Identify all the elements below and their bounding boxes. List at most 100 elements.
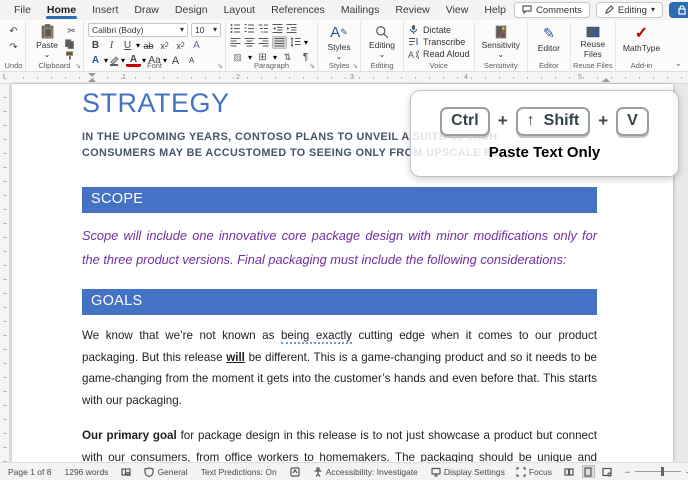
plus-sign: + (497, 111, 508, 130)
accessibility-status[interactable]: Accessibility: Investigate (313, 467, 418, 477)
comments-button[interactable]: Comments (513, 2, 590, 18)
superscript-button[interactable]: x2 (173, 39, 188, 52)
key-v: V (616, 106, 649, 136)
strikethrough-button[interactable]: ab (141, 39, 156, 52)
read-aloud-button[interactable]: A Read Aloud (408, 49, 470, 60)
format-painter-icon[interactable] (64, 50, 75, 60)
align-center-icon[interactable] (244, 37, 255, 48)
font-dialog-launcher[interactable]: ⇘ (217, 62, 223, 70)
align-left-icon[interactable] (230, 37, 241, 48)
tab-view[interactable]: View (438, 2, 477, 19)
focus-button[interactable]: Focus (516, 467, 552, 477)
editor-status-button[interactable] (290, 466, 300, 477)
transcribe-button[interactable]: Transcribe (408, 36, 470, 47)
underline-button[interactable]: U (120, 39, 135, 52)
horizontal-ruler[interactable]: 1 2 3 4 5 (10, 72, 688, 84)
zoom-slider-track[interactable] (634, 467, 681, 476)
italic-button[interactable]: I (104, 39, 119, 52)
paragraph-dialog-launcher[interactable]: ⇘ (309, 62, 315, 70)
paste-button[interactable]: Paste ⌄ (30, 23, 64, 60)
tab-review[interactable]: Review (387, 2, 437, 19)
multilevel-list-icon[interactable] (258, 23, 269, 34)
print-layout-icon (584, 466, 593, 477)
word-count[interactable]: 1296 words (64, 467, 108, 477)
font-name-combo[interactable]: Calibri (Body) ▾ (88, 23, 188, 37)
undo-button[interactable]: ↶ (6, 25, 21, 38)
font-size-combo[interactable]: 10 ▾ (191, 23, 221, 37)
focus-label: Focus (528, 466, 552, 477)
bold-button[interactable]: B (88, 39, 103, 52)
bullets-icon[interactable] (230, 23, 241, 34)
subscript-button[interactable]: x2 (157, 39, 172, 52)
reuse-files-label: Reuse Files (580, 39, 606, 59)
tab-references[interactable]: References (263, 2, 333, 19)
tab-file[interactable]: File (6, 2, 39, 19)
reuse-files-icon (586, 24, 600, 39)
tab-help[interactable]: Help (476, 2, 514, 19)
tab-design[interactable]: Design (167, 2, 216, 19)
shield-icon (144, 466, 155, 477)
styles-label: Styles (327, 42, 351, 52)
editor-button[interactable]: ✎ Editor (532, 23, 566, 60)
tab-insert[interactable]: Insert (84, 2, 126, 19)
read-mode-button[interactable] (563, 465, 576, 478)
read-aloud-icon: A (408, 50, 420, 60)
shift-label: Shift (543, 111, 580, 129)
read-aloud-label: Read Aloud (423, 49, 470, 60)
web-layout-button[interactable] (601, 465, 614, 478)
align-right-icon[interactable] (258, 37, 269, 48)
transcribe-label: Transcribe (423, 36, 466, 47)
share-button[interactable]: Share ▾ (668, 2, 688, 18)
transcribe-icon (409, 38, 418, 46)
right-indent-marker[interactable] (602, 78, 610, 82)
line-spacing-icon[interactable] (290, 37, 301, 48)
print-layout-button[interactable] (581, 465, 595, 478)
tab-mailings[interactable]: Mailings (333, 2, 388, 19)
zoom-out-button[interactable]: − (625, 467, 630, 477)
page-indicator[interactable]: Page 1 of 8 (8, 467, 51, 477)
mathtype-button[interactable]: ✓ MathType (620, 23, 663, 60)
sensitivity-status[interactable]: General (144, 466, 188, 477)
copy-icon[interactable] (64, 39, 75, 49)
group-undo: ↶ ↷ Undo (2, 22, 26, 71)
vertical-ruler[interactable] (0, 84, 10, 462)
justify-button[interactable] (272, 36, 287, 49)
cut-button[interactable]: ✂ (64, 26, 79, 37)
editor-pen-icon: ✎ (542, 24, 555, 41)
collapse-ribbon-chevron[interactable]: ⌄ (674, 58, 682, 69)
display-settings-button[interactable]: Display Settings (431, 467, 505, 477)
group-clipboard: Paste ⌄ ✂ Clipboard ⇘ (26, 22, 84, 71)
mathtype-check-icon: ✓ (634, 25, 649, 42)
text-predictions-status[interactable]: Text Predictions: On (201, 467, 277, 477)
pencil-icon (604, 5, 614, 14)
numbering-icon[interactable] (244, 23, 255, 34)
dictate-button[interactable]: Dictate (408, 24, 470, 35)
reuse-files-button[interactable]: Reuse Files (575, 23, 611, 60)
redo-button[interactable]: ↷ (6, 41, 21, 54)
left-indent-marker[interactable] (88, 78, 96, 82)
tab-layout[interactable]: Layout (216, 2, 264, 19)
decrease-indent-icon[interactable] (272, 23, 283, 34)
group-reuse-files: Reuse Files Reuse Files (571, 22, 616, 71)
proofing-button[interactable] (121, 467, 132, 477)
ribbon: ↶ ↷ Undo Paste ⌄ ✂ Clipboard ⇘ Calibri (… (0, 20, 688, 72)
editor-suggestion-underline[interactable]: being exactly (280, 329, 352, 344)
styles-button[interactable]: A ✎ Styles ⌄ (322, 23, 356, 61)
group-label-voice: Voice (429, 61, 448, 70)
tab-selector[interactable]: L (0, 72, 10, 84)
sensitivity-button[interactable]: Sensitivity ⌄ (479, 23, 523, 60)
p1-emphasis: will (226, 350, 245, 364)
clipboard-dialog-launcher[interactable]: ⇘ (75, 62, 81, 70)
shift-arrow-icon: ↑ (526, 111, 535, 129)
editing-button[interactable]: Editing ⌄ (365, 23, 399, 60)
styles-dialog-launcher[interactable]: ⇘ (352, 62, 358, 70)
phonetic-guide-button[interactable]: A (189, 39, 204, 52)
group-sensitivity: Sensitivity ⌄ Sensitivity (475, 22, 528, 71)
ruler-number: 2 (236, 74, 240, 81)
increase-indent-icon[interactable] (286, 23, 297, 34)
first-line-indent-marker[interactable] (88, 73, 96, 77)
tab-draw[interactable]: Draw (126, 2, 167, 19)
zoom-slider-thumb[interactable] (660, 467, 664, 476)
tab-home[interactable]: Home (39, 2, 84, 19)
editing-mode-button[interactable]: Editing ▾ (595, 2, 663, 18)
